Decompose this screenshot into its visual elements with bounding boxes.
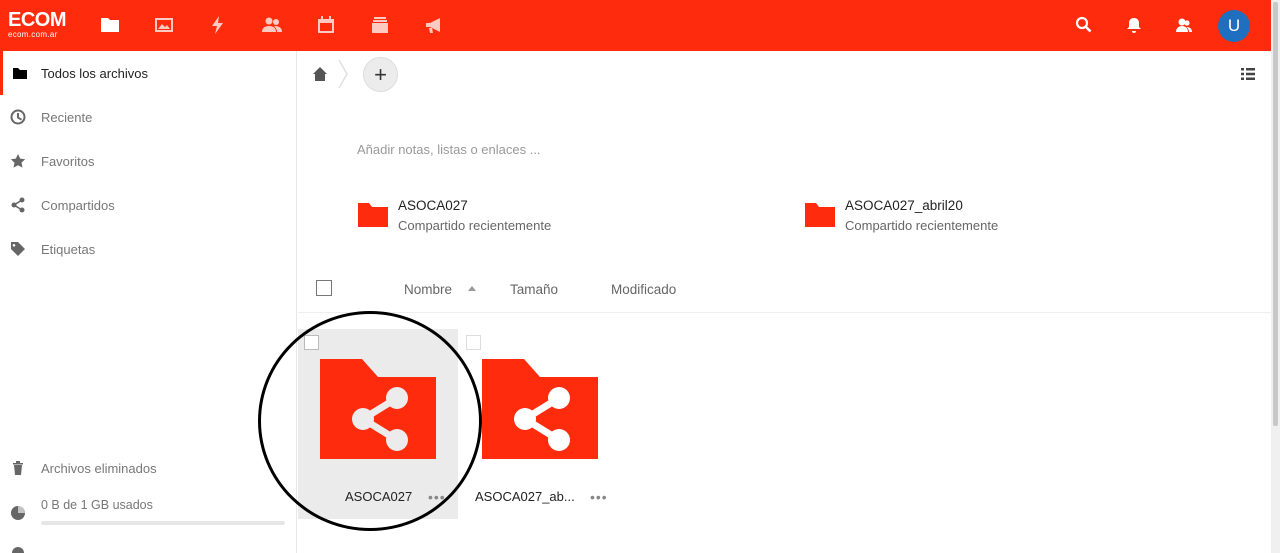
sidebar-item-label: Etiquetas <box>41 241 96 257</box>
share-icon <box>10 197 26 213</box>
recent-item[interactable]: ASOCA027 Compartido recientemente <box>358 198 658 238</box>
home-icon[interactable] <box>312 66 328 82</box>
more-actions-icon[interactable]: ••• <box>590 489 608 505</box>
recent-item[interactable]: ASOCA027_abril20 Compartido recientement… <box>805 198 1105 238</box>
file-tile[interactable]: ASOCA027_ab... ••• <box>460 329 620 519</box>
sidebar-item-shared[interactable]: Compartidos <box>0 183 296 227</box>
scrollbar-thumb[interactable] <box>1273 2 1278 426</box>
shared-folder-icon <box>320 359 436 459</box>
file-checkbox[interactable] <box>466 335 481 350</box>
trash-icon <box>10 460 26 476</box>
recent-item-name: ASOCA027 <box>398 198 468 213</box>
sort-ascending-icon[interactable] <box>468 286 476 291</box>
calendar-icon[interactable] <box>314 13 338 37</box>
column-size-header[interactable]: Tamaño <box>510 282 558 297</box>
pie-chart-icon <box>10 505 26 521</box>
file-name: ASOCA027_ab... <box>475 489 575 504</box>
sidebar-item-favorites[interactable]: Favoritos <box>0 139 296 183</box>
logo-text: ECOM <box>8 9 67 31</box>
add-new-button[interactable]: + <box>363 57 398 92</box>
file-tile[interactable]: ASOCA027 ••• <box>298 329 458 519</box>
bell-icon[interactable] <box>1122 13 1146 37</box>
folder-icon <box>12 65 28 81</box>
avatar[interactable]: U <box>1218 10 1250 42</box>
tag-icon <box>10 241 26 257</box>
contacts-icon[interactable] <box>260 13 284 37</box>
sidebar-item-deleted-files[interactable]: Archivos eliminados <box>0 446 296 490</box>
recent-item-name: ASOCA027_abril20 <box>845 198 963 213</box>
recent-item-status: Compartido recientemente <box>398 218 552 233</box>
folder-icon <box>805 203 835 227</box>
ecom-logo[interactable]: ECOM ecom.com.ar <box>8 10 74 42</box>
sidebar-item-settings[interactable] <box>0 539 296 553</box>
files-icon[interactable] <box>98 13 122 37</box>
sidebar-item-tags[interactable]: Etiquetas <box>0 227 296 271</box>
file-list-header: Nombre Tamaño Modificado <box>298 271 1271 313</box>
folder-icon <box>358 203 388 227</box>
notes-input[interactable]: Añadir notas, listas o enlaces ... <box>357 142 541 157</box>
photos-icon[interactable] <box>152 13 176 37</box>
recent-item-status: Compartido recientemente <box>845 218 999 233</box>
column-name-header[interactable]: Nombre <box>404 282 452 297</box>
gear-icon <box>10 545 26 553</box>
more-actions-icon[interactable]: ••• <box>428 489 446 505</box>
quota-label: 0 B de 1 GB usados <box>41 498 153 512</box>
list-view-icon[interactable] <box>1240 66 1256 82</box>
file-checkbox[interactable] <box>304 335 319 350</box>
quota-progress-bar <box>41 521 285 525</box>
contacts-menu-icon[interactable] <box>1172 13 1196 37</box>
column-modified-header[interactable]: Modificado <box>611 282 676 297</box>
sidebar-item-recent[interactable]: Reciente <box>0 95 296 139</box>
sidebar-item-label: Favoritos <box>41 153 95 169</box>
main-content: + Añadir notas, listas o enlaces ... ASO… <box>298 51 1271 553</box>
sidebar-item-all-files[interactable]: Todos los archivos <box>0 51 296 95</box>
deck-icon[interactable] <box>368 13 392 37</box>
sidebar: Todos los archivos Reciente Favoritos Co… <box>0 51 297 553</box>
activity-icon[interactable] <box>206 13 230 37</box>
sidebar-item-label: Compartidos <box>41 197 115 213</box>
star-icon <box>10 153 26 169</box>
breadcrumb-separator <box>338 59 348 89</box>
deleted-files-label: Archivos eliminados <box>41 460 157 476</box>
clock-icon <box>10 109 26 125</box>
logo-subtext: ecom.com.ar <box>8 30 58 39</box>
announcements-icon[interactable] <box>422 13 446 37</box>
select-all-checkbox[interactable] <box>316 280 332 296</box>
search-icon[interactable] <box>1072 13 1096 37</box>
sidebar-item-label: Todos los archivos <box>41 65 148 81</box>
top-header: ECOM ecom.com.ar U <box>0 0 1271 51</box>
file-name: ASOCA027 <box>345 489 413 504</box>
sidebar-item-label: Reciente <box>41 109 93 125</box>
shared-folder-icon <box>482 359 598 459</box>
